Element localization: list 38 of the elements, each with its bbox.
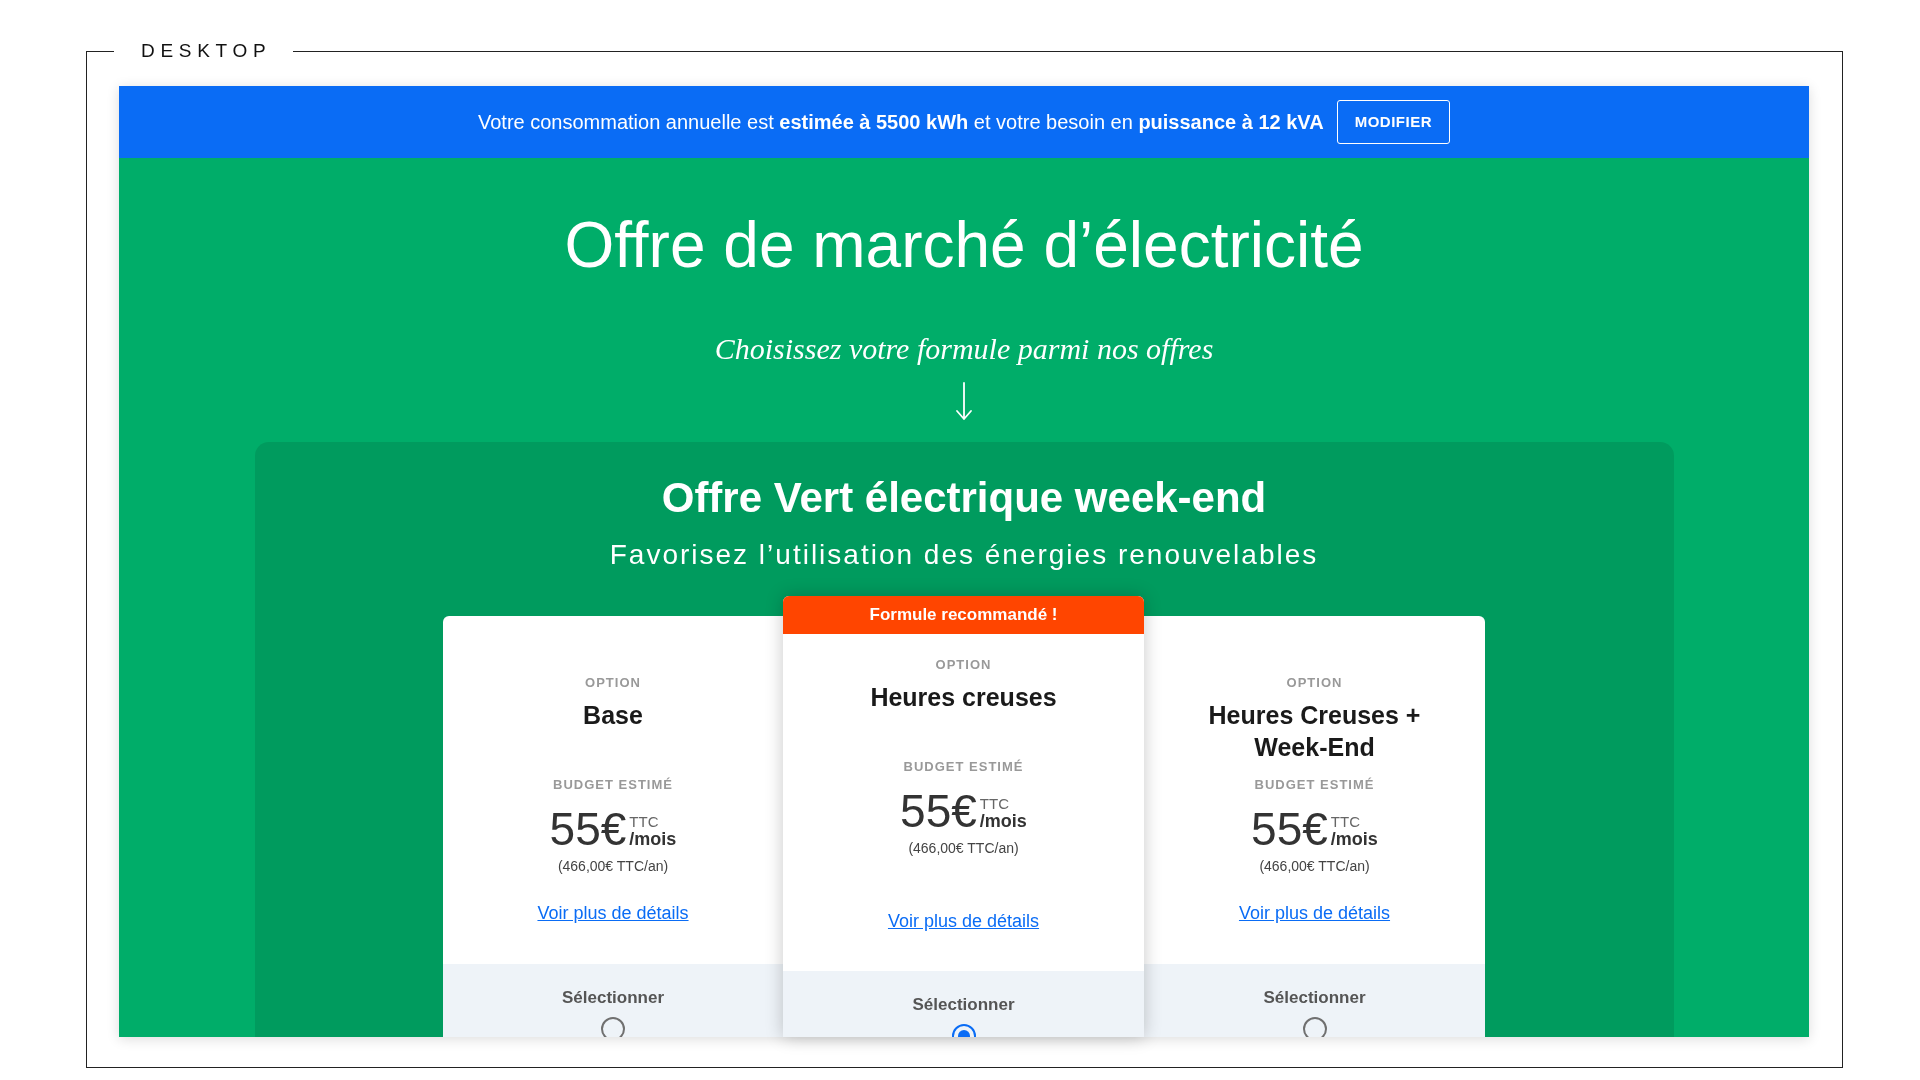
- tax-label: TTC: [1330, 814, 1362, 829]
- tax-label: TTC: [979, 796, 1011, 811]
- offer-subtitle: Favorisez l’utilisation des énergies renouvelables: [609, 538, 1319, 572]
- page-title: Offre de marché d’électricité: [564, 208, 1364, 283]
- plan-name: Base: [583, 700, 643, 731]
- option-label: OPTION: [1286, 674, 1343, 692]
- radio-button[interactable]: [1302, 1017, 1327, 1037]
- radio-button[interactable]: [951, 1024, 976, 1037]
- budget-label: BUDGET ESTIMÉ: [1254, 776, 1375, 794]
- handwritten-subtitle: Choisissez votre formule parmi nos offres: [714, 331, 1214, 367]
- option-label: OPTION: [585, 674, 641, 692]
- price-amount: 55€: [549, 804, 627, 854]
- period-label: /mois: [629, 829, 677, 849]
- plan-name: Heures Creuses + Week-End: [1207, 700, 1422, 763]
- consumption-text: Votre consommation annuelle est estimée à 5500 kWh et votre besoin en puissance à 12 kVA: [477, 110, 1324, 135]
- modify-button[interactable]: MODIFIER: [1336, 100, 1450, 144]
- select-label: Sélectionner: [1263, 987, 1366, 1009]
- select-label: Sélectionner: [912, 994, 1015, 1016]
- select-label: Sélectionner: [561, 987, 664, 1009]
- option-label: OPTION: [935, 656, 992, 674]
- price-amount: 55€: [900, 786, 977, 836]
- radio-button[interactable]: [601, 1017, 625, 1037]
- recommended-banner: Formule recommandé !: [783, 596, 1144, 634]
- offer-title: Offre Vert électrique week-end: [661, 473, 1267, 523]
- details-link[interactable]: Voir plus de détails: [887, 909, 1040, 933]
- budget-label: BUDGET ESTIMÉ: [553, 776, 673, 794]
- arrow-down-icon: [955, 382, 973, 421]
- period-label: /mois: [979, 811, 1027, 831]
- budget-label: BUDGET ESTIMÉ: [903, 758, 1024, 776]
- annual-price: (466,00€ TTC/an): [1259, 857, 1370, 876]
- annual-price: (466,00€ TTC/an): [908, 839, 1019, 858]
- tax-label: TTC: [629, 814, 660, 829]
- period-label: /mois: [1330, 829, 1378, 849]
- price-amount: 55€: [1251, 804, 1328, 854]
- details-link[interactable]: Voir plus de détails: [537, 901, 689, 925]
- plan-name: Heures creuses: [870, 682, 1057, 713]
- annual-price: (466,00€ TTC/an): [557, 857, 669, 876]
- details-link[interactable]: Voir plus de détails: [1238, 901, 1391, 925]
